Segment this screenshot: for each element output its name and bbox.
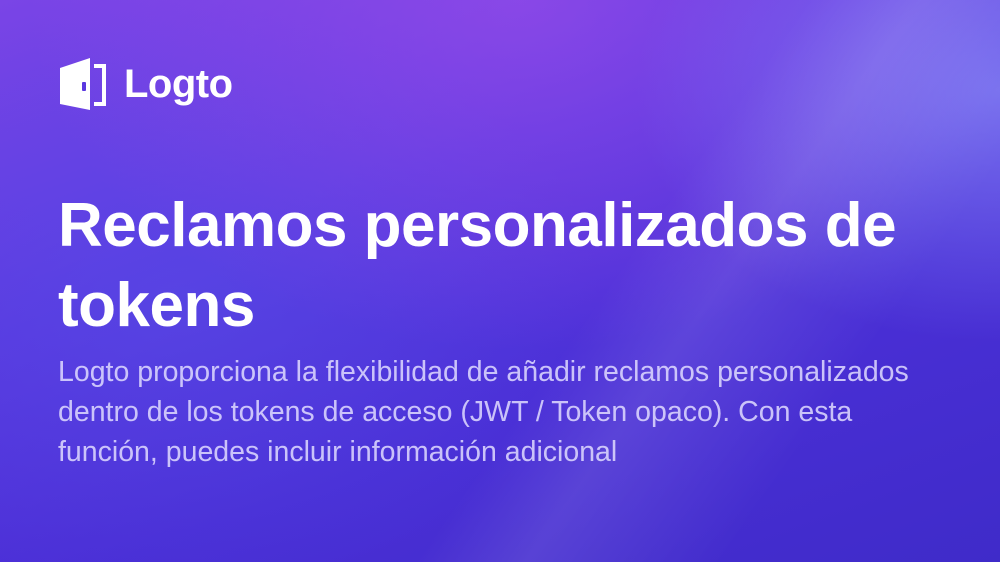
brand-logo: Logto <box>58 56 233 112</box>
page-title: Reclamos personalizados de tokens <box>58 191 897 340</box>
logto-door-icon <box>60 58 106 110</box>
page-description: Logto proporciona la flexibilidad de aña… <box>58 356 909 468</box>
brand-name: Logto <box>124 62 233 106</box>
